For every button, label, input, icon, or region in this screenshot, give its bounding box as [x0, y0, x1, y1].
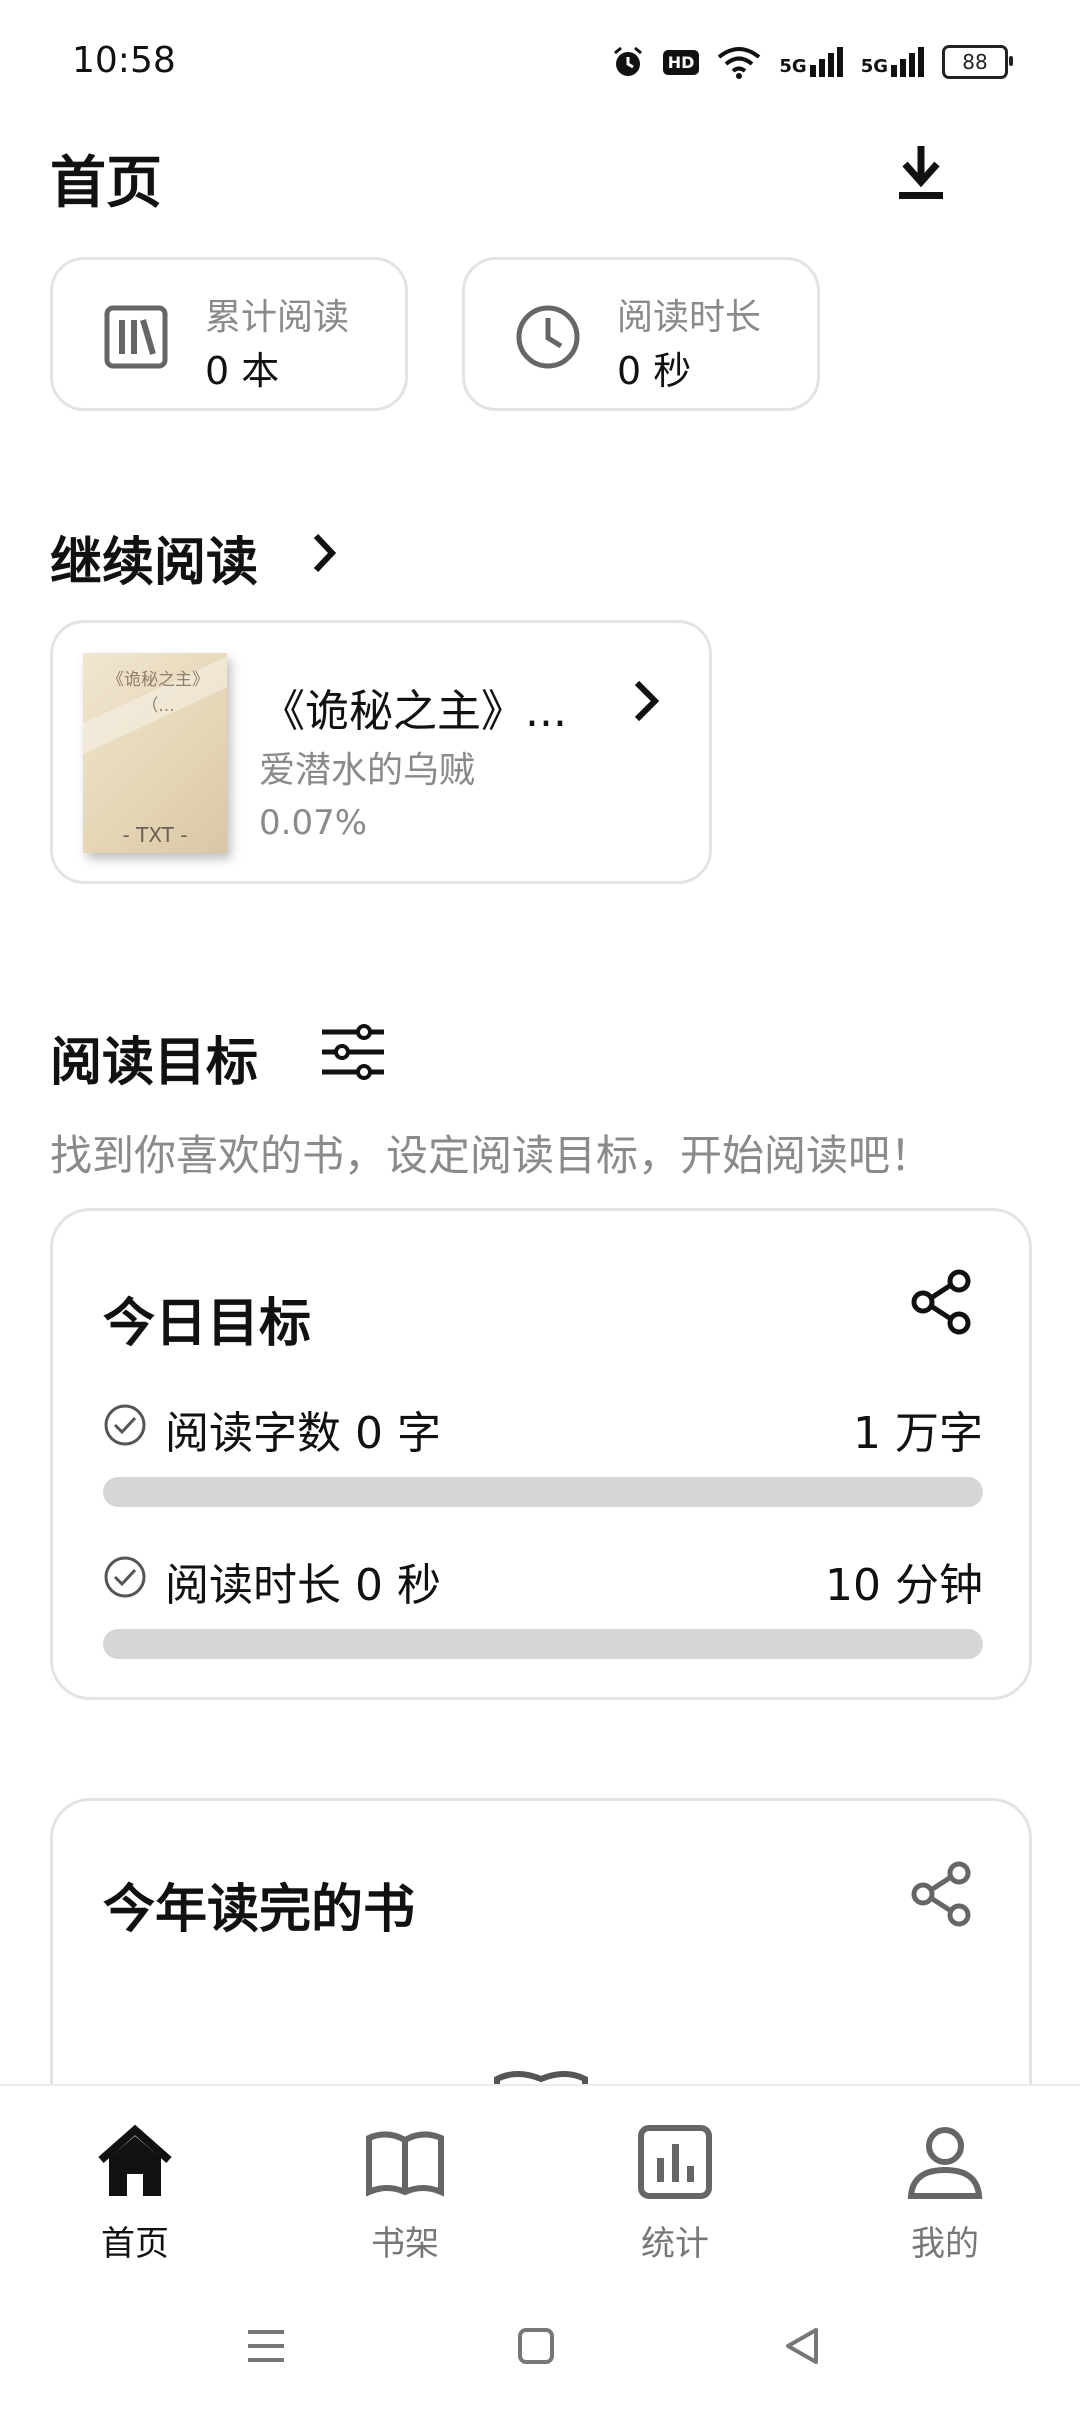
page-title: 首页 — [50, 151, 162, 216]
continue-book-card[interactable]: 《诡秘之主》（... - TXT - 《诡秘之主》... 爱潜水的乌贼 0.07… — [50, 620, 712, 884]
status-time: 10:58 — [72, 40, 176, 81]
nav-bookshelf-label: 书架 — [371, 2224, 439, 2264]
nav-stats-label: 统计 — [641, 2224, 709, 2264]
reading-time-card[interactable]: 阅读时长 0 秒 — [462, 257, 820, 411]
bookshelf-icon — [104, 305, 168, 369]
reading-time-label: 阅读时长 — [617, 297, 762, 338]
today-goal-title: 今日目标 — [103, 1294, 312, 1354]
check-circle-icon — [104, 1404, 146, 1446]
cover-title: 《诡秘之主》（... — [107, 670, 209, 716]
goal-time-label: 阅读时长 0 秒 — [165, 1560, 441, 1611]
wifi-icon — [718, 47, 761, 79]
book-progress: 0.07% — [259, 803, 368, 843]
goal-words-label: 阅读字数 0 字 — [165, 1408, 441, 1459]
today-goal-card: 今日目标 阅读字数 0 字 1 万字 阅读时长 0 秒 10 分钟 — [50, 1208, 1032, 1700]
total-read-value: 0 本 — [205, 349, 280, 393]
book-author: 爱潜水的乌贼 — [259, 750, 476, 791]
goal-words-progress-bar — [103, 1477, 983, 1507]
clock-icon — [516, 305, 580, 369]
reading-time-value: 0 秒 — [617, 349, 692, 393]
nav-home[interactable]: 首页 — [45, 2120, 225, 2265]
share-icon[interactable] — [911, 1861, 973, 1927]
goal-time-target: 10 分钟 — [825, 1560, 983, 1611]
book-cover: 《诡秘之主》（... - TXT - — [83, 653, 227, 853]
user-icon — [907, 2127, 983, 2199]
home-square-icon[interactable] — [516, 2326, 556, 2366]
goal-time-progress-bar — [103, 1629, 983, 1659]
continue-reading-title[interactable]: 继续阅读 — [50, 520, 258, 595]
chevron-right-icon — [634, 680, 660, 722]
book-open-icon — [366, 2131, 444, 2197]
download-icon[interactable] — [895, 142, 947, 202]
menu-icon[interactable] — [246, 2326, 286, 2366]
total-read-label: 累计阅读 — [205, 297, 350, 338]
reading-goals-hint: 找到你喜欢的书，设定阅读目标，开始阅读吧！ — [50, 1131, 933, 1180]
signal-icon-1: 5G — [779, 47, 843, 77]
battery-icon: 88 — [942, 45, 1013, 79]
nav-profile[interactable]: 我的 — [855, 2120, 1035, 2265]
alarm-icon — [613, 46, 642, 76]
nav-profile-label: 我的 — [911, 2224, 979, 2264]
nav-bookshelf[interactable]: 书架 — [315, 2120, 495, 2265]
reading-goals-title: 阅读目标 — [50, 1033, 259, 1093]
chevron-right-icon[interactable] — [312, 532, 338, 574]
status-icons: HD 5G 5G 88 — [611, 42, 1013, 82]
signal-icon-2: 5G — [861, 47, 924, 77]
bar-chart-icon — [638, 2125, 712, 2199]
back-icon[interactable] — [782, 2326, 822, 2366]
cover-tag: - TXT - — [122, 823, 188, 847]
settings-sliders-icon[interactable] — [320, 1024, 386, 1080]
check-circle-icon — [104, 1556, 146, 1598]
book-title: 《诡秘之主》... — [261, 686, 567, 737]
share-icon[interactable] — [911, 1269, 973, 1335]
goal-words-target: 1 万字 — [853, 1408, 983, 1459]
nav-home-label: 首页 — [101, 2224, 169, 2264]
hd-icon: HD — [662, 49, 700, 75]
nav-stats[interactable]: 统计 — [585, 2120, 765, 2265]
year-books-title: 今年读完的书 — [103, 1880, 416, 1940]
home-icon — [98, 2124, 172, 2196]
total-read-card[interactable]: 累计阅读 0 本 — [50, 257, 408, 411]
bottom-nav: 首页 书架 统计 我的 — [0, 2084, 1080, 2416]
